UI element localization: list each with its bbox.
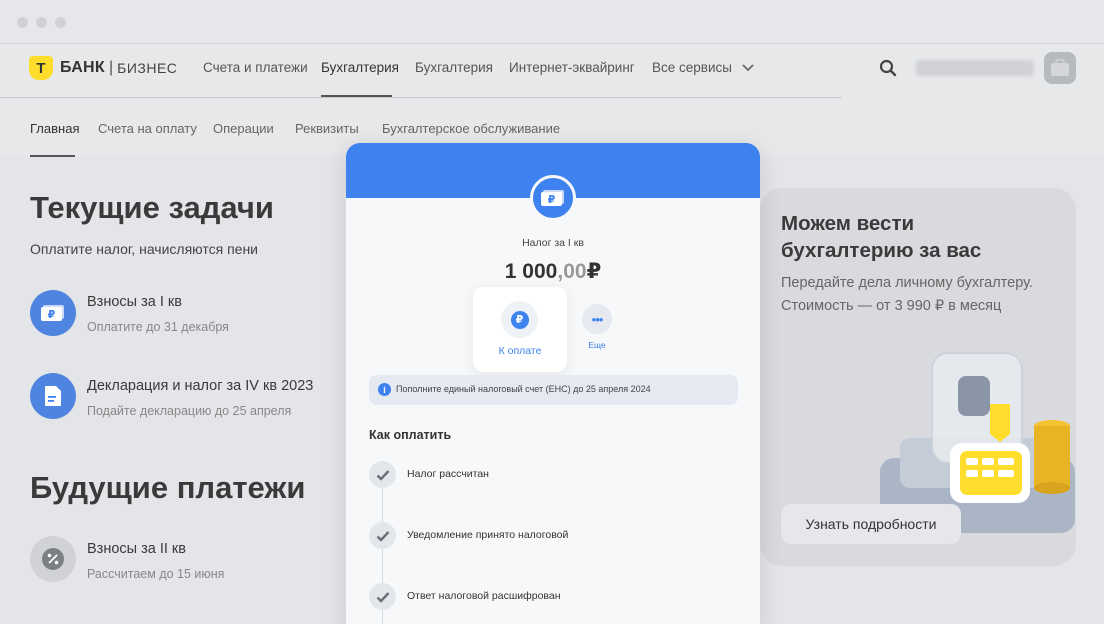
- step-status: [369, 583, 396, 610]
- to-pay-label: К оплате: [498, 345, 542, 357]
- amount-currency: ₽: [586, 260, 602, 283]
- briefcase-icon: [1051, 59, 1069, 76]
- subnav-invoices[interactable]: Счета на оплату: [98, 121, 197, 136]
- window-minimize-dot[interactable]: [36, 17, 47, 28]
- user-name-blurred[interactable]: [916, 60, 1034, 76]
- notice-text: Пополните единый налоговый счет (ЕНС) до…: [396, 384, 651, 394]
- more-dots-icon[interactable]: •••: [582, 304, 612, 334]
- more-label[interactable]: Еще: [576, 340, 618, 350]
- task-subtitle: Рассчитаем до 15 июня: [87, 567, 225, 581]
- accounting-promo-card[interactable]: Можем вести бухгалтерию за вас Передайте…: [760, 188, 1076, 566]
- avatar[interactable]: [1044, 52, 1076, 84]
- chevron-down-icon: [742, 64, 754, 72]
- step-text: Уведомление принято налоговой: [407, 529, 569, 541]
- topnav-accounting[interactable]: Бухгалтерия: [415, 60, 493, 75]
- subnav-accounting-service[interactable]: Бухгалтерское обслуживание: [382, 121, 560, 136]
- amount-integer: 1 000: [504, 260, 558, 283]
- ruble-banknote-icon: ₽: [541, 190, 564, 206]
- window-titlebar: [0, 0, 1104, 44]
- subnav-main-active[interactable]: Главная: [30, 121, 79, 136]
- task-title[interactable]: Декларация и налог за IV кв 2023: [87, 378, 313, 394]
- future-contributions-icon[interactable]: [30, 536, 76, 582]
- checkmark-icon: [376, 469, 389, 481]
- svg-text:₽: ₽: [548, 193, 556, 206]
- search-icon[interactable]: [879, 59, 897, 77]
- topnav-accounting-active[interactable]: Бухгалтерия: [321, 60, 399, 75]
- pay-icon-circle: ₽: [501, 301, 538, 338]
- task-contributions-icon[interactable]: ₽: [30, 290, 76, 336]
- header-divider: [0, 97, 842, 98]
- checkmark-icon: [376, 530, 389, 542]
- document-icon: [45, 386, 61, 406]
- bank-logo[interactable]: T БАНК | БИЗНЕС: [29, 56, 177, 80]
- ruble-icon: ₽: [510, 310, 529, 329]
- current-tasks-title: Текущие задачи: [30, 190, 274, 225]
- task-declaration-icon[interactable]: [30, 373, 76, 419]
- task-title[interactable]: Взносы за II кв: [87, 541, 186, 557]
- subnav-active-underline: [30, 155, 75, 157]
- topnav-accounts-payments[interactable]: Счета и платежи: [203, 60, 308, 75]
- window-zoom-dot[interactable]: [55, 17, 66, 28]
- step-text: Ответ налоговой расшифрован: [407, 590, 561, 602]
- task-title[interactable]: Взносы за I кв: [87, 294, 182, 310]
- topnav-internet-acquiring[interactable]: Интернет-эквайринг: [509, 60, 635, 75]
- modal-amount: 1 000,00₽: [346, 259, 760, 284]
- window-close-dot[interactable]: [17, 17, 28, 28]
- ens-notice: i Пополните единый налоговый счет (ЕНС) …: [369, 375, 738, 405]
- step-text: Налог рассчитан: [407, 468, 489, 480]
- logo-divider: |: [108, 59, 114, 76]
- subnav-requisites[interactable]: Реквизиты: [295, 121, 359, 136]
- logo-shield-icon: T: [29, 56, 53, 80]
- amount-decimal: ,00: [557, 260, 587, 283]
- promo-text: Передайте дела личному бухгалтеру. Стоим…: [781, 275, 1033, 314]
- how-to-pay-title: Как оплатить: [369, 428, 452, 442]
- logo-business-text: БИЗНЕС: [117, 60, 178, 76]
- percent-icon: [42, 548, 64, 570]
- to-pay-button[interactable]: ₽ К оплате: [473, 287, 567, 372]
- ruble-banknote-icon: ₽: [41, 305, 64, 321]
- task-subtitle: Оплатите до 31 декабря: [87, 320, 229, 334]
- info-icon: i: [378, 383, 391, 396]
- step-status: [369, 461, 396, 488]
- topnav-all-services[interactable]: Все сервисы: [652, 60, 754, 75]
- current-tasks-subtitle: Оплатите налог, начисляются пени: [30, 241, 258, 257]
- checkmark-icon: [376, 591, 389, 603]
- promo-learn-more-button[interactable]: Узнать подробности: [781, 504, 961, 544]
- promo-title: Можем вести бухгалтерию за вас: [781, 212, 982, 262]
- tax-payment-modal: ₽ Налог за I кв 1 000,00₽ ₽ К оплате •••…: [346, 143, 760, 624]
- modal-tax-icon: ₽: [530, 175, 576, 221]
- logo-brand-text: БАНК: [60, 59, 105, 76]
- modal-tax-label: Налог за I кв: [522, 237, 584, 249]
- task-subtitle: Подайте декларацию до 25 апреля: [87, 404, 292, 418]
- topnav-all-services-label: Все сервисы: [652, 60, 732, 75]
- svg-text:₽: ₽: [48, 308, 56, 321]
- step-status: [369, 522, 396, 549]
- future-payments-title: Будущие платежи: [30, 470, 306, 505]
- subnav-operations[interactable]: Операции: [213, 121, 274, 136]
